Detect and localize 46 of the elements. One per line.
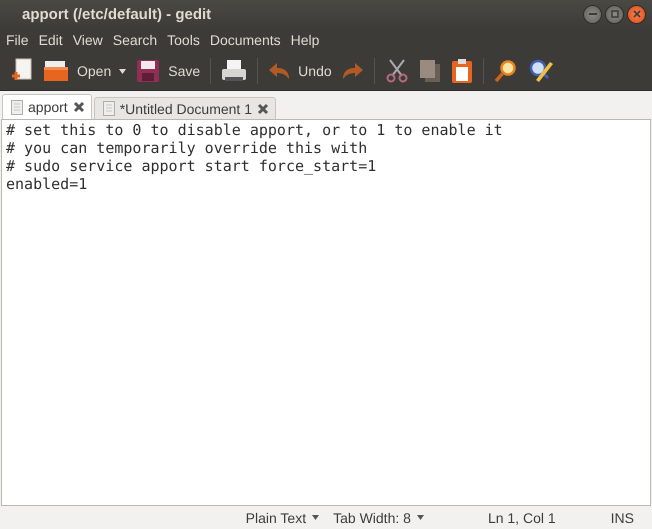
find-replace-icon bbox=[528, 58, 554, 84]
document-tab[interactable]: apport bbox=[2, 94, 92, 119]
code-line: # sudo service apport start force_start=1 bbox=[6, 157, 378, 175]
caret-icon bbox=[119, 68, 126, 74]
code-line: # you can temporarily override this with bbox=[6, 139, 368, 157]
menu-item[interactable]: File bbox=[1, 32, 34, 48]
search-icon bbox=[494, 59, 518, 83]
undo-arrow-icon bbox=[268, 62, 290, 80]
code-line: enabled=1 bbox=[6, 175, 88, 193]
text-editor[interactable]: # set this to 0 to disable apport, or to 1 to enable it # you can temporarily override this with # sudo service apport start force_start=1 enabled=1 bbox=[1, 119, 651, 506]
status-text: Ln 1, Col 1 bbox=[488, 510, 556, 526]
scissors-icon bbox=[384, 59, 409, 83]
folder-icon bbox=[43, 59, 69, 83]
menu-item[interactable]: Documents bbox=[204, 32, 286, 48]
document-icon bbox=[11, 100, 23, 114]
document-tab[interactable]: *Untitled Document 1 bbox=[94, 97, 276, 119]
close-icon bbox=[632, 10, 640, 18]
menu-item[interactable]: Edit bbox=[34, 32, 68, 48]
caret-icon bbox=[312, 515, 320, 520]
toolbar-button[interactable]: Undo bbox=[263, 54, 337, 88]
minimize-icon bbox=[588, 13, 596, 15]
toolbar-button[interactable]: Save bbox=[131, 54, 206, 88]
tab-label: *Untitled Document 1 bbox=[120, 100, 252, 116]
close-button[interactable] bbox=[627, 4, 646, 24]
status-text: INS bbox=[610, 510, 634, 526]
code-line: # set this to 0 to disable apport, or to 1 to enable it bbox=[6, 121, 504, 139]
toolbar-button[interactable]: Open bbox=[38, 54, 132, 88]
clipboard-icon bbox=[450, 58, 473, 84]
close-tab-icon[interactable] bbox=[72, 101, 85, 113]
redo-arrow-icon bbox=[342, 62, 364, 80]
close-tab-icon[interactable] bbox=[257, 102, 269, 114]
copy-icon bbox=[418, 59, 441, 83]
printer-icon bbox=[221, 59, 248, 83]
maximize-icon bbox=[610, 10, 618, 18]
menu-item[interactable]: Tools bbox=[162, 32, 205, 48]
minimize-button[interactable] bbox=[583, 4, 602, 24]
caret-icon bbox=[416, 515, 424, 520]
window-title: apport (/etc/default) - gedit bbox=[22, 6, 212, 22]
status-dropdown[interactable]: Plain Text bbox=[246, 510, 320, 526]
maximize-button[interactable] bbox=[605, 4, 624, 24]
tab-label: apport bbox=[28, 99, 68, 115]
menu-item[interactable]: Search bbox=[108, 32, 162, 48]
menu-item[interactable]: Help bbox=[286, 32, 324, 48]
status-dropdown[interactable]: Tab Width: 8 bbox=[333, 510, 424, 526]
menu-item[interactable]: View bbox=[68, 32, 108, 48]
document-icon bbox=[102, 101, 115, 116]
